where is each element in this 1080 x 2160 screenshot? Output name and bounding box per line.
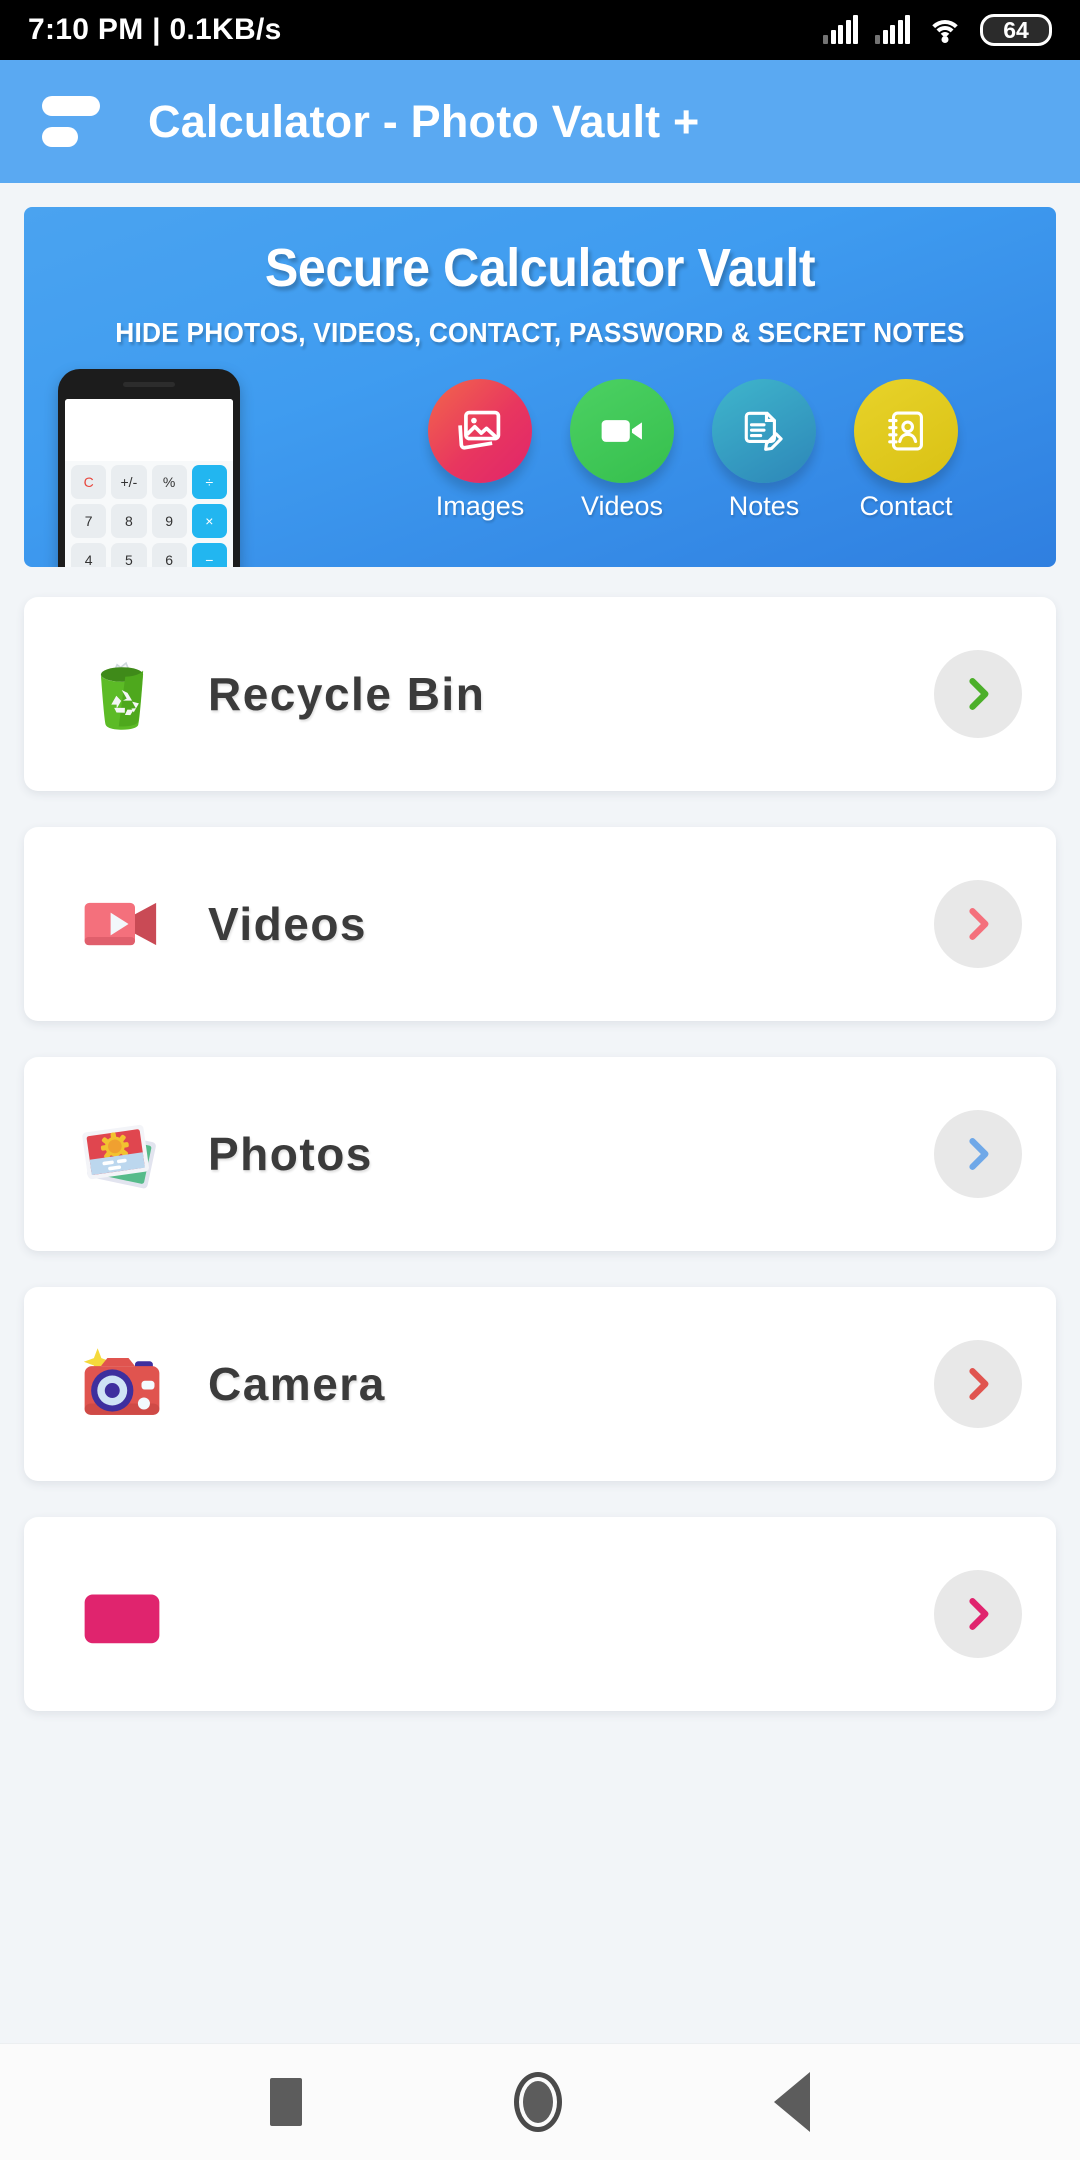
list-item-label: Recycle Bin	[208, 668, 486, 720]
video-camera-icon	[62, 872, 182, 976]
photos-stack-icon	[62, 1102, 182, 1206]
banner-feature-notes: Notes	[712, 379, 816, 522]
chevron-right-icon[interactable]	[934, 650, 1022, 738]
menu-list: Recycle Bin Videos Photos Camera	[0, 567, 1080, 1711]
calc-key: ÷	[191, 465, 227, 499]
signal-bars-icon	[823, 15, 858, 44]
promo-banner[interactable]: Secure Calculator Vault HIDE PHOTOS, VID…	[24, 207, 1056, 567]
list-item[interactable]: Recycle Bin	[24, 597, 1056, 791]
contact-book-icon	[854, 379, 958, 483]
battery-level-label: 64	[1003, 16, 1029, 43]
calc-key: 6	[151, 543, 187, 567]
list-item[interactable]: Videos	[24, 827, 1056, 1021]
banner-feature-label: Images	[435, 491, 525, 521]
android-navigation-bar	[0, 2043, 1080, 2160]
banner-feature-label: Videos	[580, 491, 664, 521]
camera-icon	[62, 1332, 182, 1436]
note-pencil-icon	[712, 379, 816, 483]
list-item-label: Photos	[208, 1128, 373, 1180]
app-bar: Calculator - Photo Vault +	[0, 60, 1080, 183]
chevron-right-icon[interactable]	[934, 1110, 1022, 1198]
status-icons: 64	[823, 14, 1052, 46]
status-bar: 7:10 PM | 0.1KB/s 64	[0, 0, 1080, 60]
wifi-icon	[927, 16, 963, 44]
phone-mockup-image: C +/- % ÷ 7 8 9 × 4 5 6 −	[58, 369, 240, 567]
recycle-bin-icon	[62, 642, 182, 746]
circle-home-icon[interactable]	[514, 2072, 562, 2132]
calc-key: +/-	[111, 465, 147, 499]
chevron-right-icon[interactable]	[934, 880, 1022, 968]
pink-icon	[62, 1562, 182, 1666]
battery-icon: 64	[980, 14, 1052, 46]
hamburger-menu-icon[interactable]	[42, 96, 102, 147]
calc-key: 7	[71, 504, 107, 538]
calc-key: ×	[191, 504, 227, 538]
phone-screen: C +/- % ÷ 7 8 9 × 4 5 6 −	[65, 399, 233, 567]
list-item-label: Videos	[208, 898, 367, 950]
banner-feature-label: Contact	[859, 491, 953, 521]
calc-key: −	[191, 543, 227, 567]
banner-subtitle: HIDE PHOTOS, VIDEOS, CONTACT, PASSWORD &…	[115, 317, 965, 348]
phone-speaker	[123, 382, 175, 387]
triangle-back-icon[interactable]	[774, 2072, 810, 2132]
banner-feature-icons: Images Videos Notes Contact	[428, 379, 958, 522]
signal-bars-icon	[875, 15, 910, 44]
calculator-display	[65, 399, 233, 461]
square-recents-icon[interactable]	[270, 2078, 302, 2126]
chevron-right-icon[interactable]	[934, 1340, 1022, 1428]
calc-key: 9	[151, 504, 187, 538]
chevron-right-icon[interactable]	[934, 1570, 1022, 1658]
banner-feature-images: Images	[428, 379, 532, 522]
banner-feature-contact: Contact	[854, 379, 958, 522]
calc-key: 5	[111, 543, 147, 567]
list-item[interactable]: Photos	[24, 1057, 1056, 1251]
calculator-keypad: C +/- % ÷ 7 8 9 × 4 5 6 −	[65, 461, 233, 567]
banner-feature-label: Notes	[728, 491, 800, 521]
list-item-label: Camera	[208, 1358, 386, 1410]
calc-key: C	[71, 465, 107, 499]
banner-feature-videos: Videos	[570, 379, 674, 522]
banner-title: Secure Calculator Vault	[264, 238, 816, 298]
page-title: Calculator - Photo Vault +	[148, 95, 700, 147]
image-icon	[428, 379, 532, 483]
calc-key: 8	[111, 504, 147, 538]
list-item[interactable]	[24, 1517, 1056, 1711]
video-camera-icon	[570, 379, 674, 483]
status-time-and-speed: 7:10 PM | 0.1KB/s	[28, 13, 282, 46]
scroll-content[interactable]: Secure Calculator Vault HIDE PHOTOS, VID…	[0, 183, 1080, 2043]
calc-key: 4	[71, 543, 107, 567]
calc-key: %	[151, 465, 187, 499]
list-item[interactable]: Camera	[24, 1287, 1056, 1481]
